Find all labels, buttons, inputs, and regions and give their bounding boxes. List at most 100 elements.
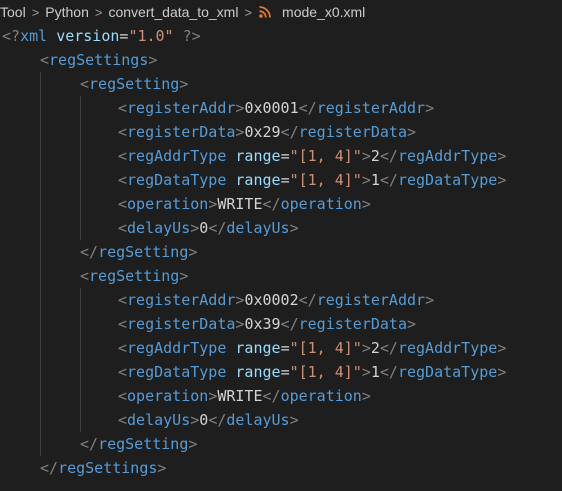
code-token-punc: </	[280, 315, 299, 333]
code-token-punc: <	[118, 99, 128, 117]
code-token-punc: </	[262, 387, 281, 405]
code-token-tag: delayUs	[127, 411, 191, 429]
code-token-text: 2	[370, 339, 380, 357]
code-token-tag: regSetting	[89, 267, 180, 285]
code-token-punc: >	[289, 411, 299, 429]
code-line[interactable]: <registerData>0x29</registerData>	[118, 120, 416, 144]
code-line[interactable]: <regAddrType range="[1, 4]">2</regAddrTy…	[118, 144, 506, 168]
code-token-punc: <	[80, 75, 90, 93]
code-line[interactable]: <regAddrType range="[1, 4]">2</regAddrTy…	[118, 336, 506, 360]
breadcrumb-item-convert-data-to-xml[interactable]: convert_data_to_xml	[108, 4, 238, 20]
code-token-attr: range	[235, 363, 281, 381]
code-token-punc: <	[80, 267, 90, 285]
code-token-punc: >	[361, 195, 371, 213]
code-line[interactable]: <regDataType range="[1, 4]">1</regDataTy…	[118, 360, 506, 384]
code-token-punc: >	[190, 219, 200, 237]
code-token-tag: regAddrType	[397, 339, 498, 357]
code-token-tag: regSettings	[49, 51, 149, 69]
code-token-punc: <	[118, 171, 128, 189]
code-editor[interactable]: <?xml version="1.0" ?> <regSettings> <regS…	[0, 24, 562, 491]
code-token-punc: <	[118, 219, 128, 237]
code-line[interactable]: </regSetting>	[80, 432, 197, 456]
code-token-punc: >	[407, 123, 417, 141]
code-token-tag: delayUs	[127, 219, 191, 237]
code-token-punc: </	[208, 219, 227, 237]
code-token-punc: </	[80, 243, 99, 261]
code-token-tag: registerAddr	[127, 291, 236, 309]
code-token-str: "[1, 4]"	[289, 339, 362, 357]
code-token-text: 1	[370, 171, 380, 189]
code-line[interactable]: <registerAddr>0x0002</registerAddr>	[118, 288, 434, 312]
code-token-text: 0x29	[244, 123, 281, 141]
code-token-punc: <	[40, 51, 50, 69]
code-token-attr: range	[235, 339, 281, 357]
code-line[interactable]: <registerData>0x39</registerData>	[118, 312, 416, 336]
code-token-punc: <	[118, 291, 128, 309]
code-token-tag: operation	[280, 195, 362, 213]
code-token-tag: registerData	[127, 315, 236, 333]
code-line[interactable]: <operation>WRITE</operation>	[118, 192, 371, 216]
code-token-punc: </	[379, 147, 398, 165]
code-token-attr: version	[56, 27, 120, 45]
code-line[interactable]: <operation>WRITE</operation>	[118, 384, 371, 408]
code-token-tag: operation	[280, 387, 362, 405]
code-token-punc: >	[148, 51, 158, 69]
code-token-text: 0x0001	[244, 99, 299, 117]
code-token-punc: <	[118, 339, 128, 357]
code-line[interactable]: <?xml version="1.0" ?>	[2, 24, 201, 48]
code-line[interactable]: <delayUs>0</delayUs>	[118, 408, 299, 432]
code-token-punc: </	[298, 99, 317, 117]
code-token-punc: >	[179, 267, 189, 285]
code-token-punc: >	[407, 315, 417, 333]
code-line[interactable]: <regSettings>	[40, 48, 157, 72]
code-token-tag: regDataType	[127, 171, 227, 189]
code-token-tag: registerAddr	[316, 291, 426, 309]
code-token-attr: range	[235, 171, 281, 189]
rss-icon	[258, 5, 272, 19]
code-line[interactable]: <regSetting>	[80, 264, 188, 288]
code-token-tag: operation	[127, 387, 209, 405]
indent-guide	[80, 288, 81, 432]
code-token-punc: <	[118, 315, 128, 333]
code-line[interactable]: </regSetting>	[80, 240, 197, 264]
code-token-punc: </	[262, 195, 281, 213]
code-line[interactable]: <regSetting>	[80, 72, 188, 96]
code-token-punc: >	[425, 291, 435, 309]
code-token-tag: registerAddr	[127, 99, 236, 117]
code-token-tag: regSetting	[98, 435, 189, 453]
code-token-punc: <	[118, 411, 128, 429]
code-token-str: "[1, 4]"	[289, 363, 362, 381]
code-line[interactable]: <delayUs>0</delayUs>	[118, 216, 299, 240]
code-token-punc: <	[118, 387, 128, 405]
code-token-punc: >	[497, 363, 507, 381]
code-token-text: =	[280, 363, 290, 381]
code-token-punc: >	[361, 171, 371, 189]
code-token-tag: operation	[127, 195, 209, 213]
breadcrumb-separator: >	[94, 4, 103, 20]
code-line[interactable]: <regDataType range="[1, 4]">1</regDataTy…	[118, 168, 506, 192]
code-token-str: "[1, 4]"	[289, 147, 362, 165]
breadcrumb-item-tool[interactable]: Tool	[0, 4, 26, 20]
code-token-punc: >	[361, 147, 371, 165]
code-token-tag: registerAddr	[316, 99, 426, 117]
code-token-punc: >	[425, 99, 435, 117]
code-token-text: WRITE	[217, 387, 263, 405]
code-token-punc: </	[80, 435, 99, 453]
code-token-punc: >	[179, 75, 189, 93]
code-token-text: =	[280, 147, 290, 165]
code-line[interactable]: </regSettings>	[40, 456, 166, 480]
code-token-tag: regDataType	[397, 171, 498, 189]
code-token-tag: regDataType	[397, 363, 498, 381]
breadcrumb: Tool > Python > convert_data_to_xml > mo…	[0, 0, 562, 24]
code-token-punc: <?	[2, 27, 21, 45]
breadcrumb-item-python[interactable]: Python	[45, 4, 89, 20]
code-token-tag: registerData	[298, 315, 407, 333]
code-token-str: "[1, 4]"	[289, 171, 362, 189]
code-line[interactable]: <registerAddr>0x0001</registerAddr>	[118, 96, 434, 120]
breadcrumb-item-file[interactable]: mode_x0.xml	[282, 4, 365, 20]
code-token-text: 0	[199, 411, 209, 429]
code-token-tag: regSetting	[98, 243, 189, 261]
code-token-text: =	[280, 171, 290, 189]
code-token-punc: >	[361, 387, 371, 405]
